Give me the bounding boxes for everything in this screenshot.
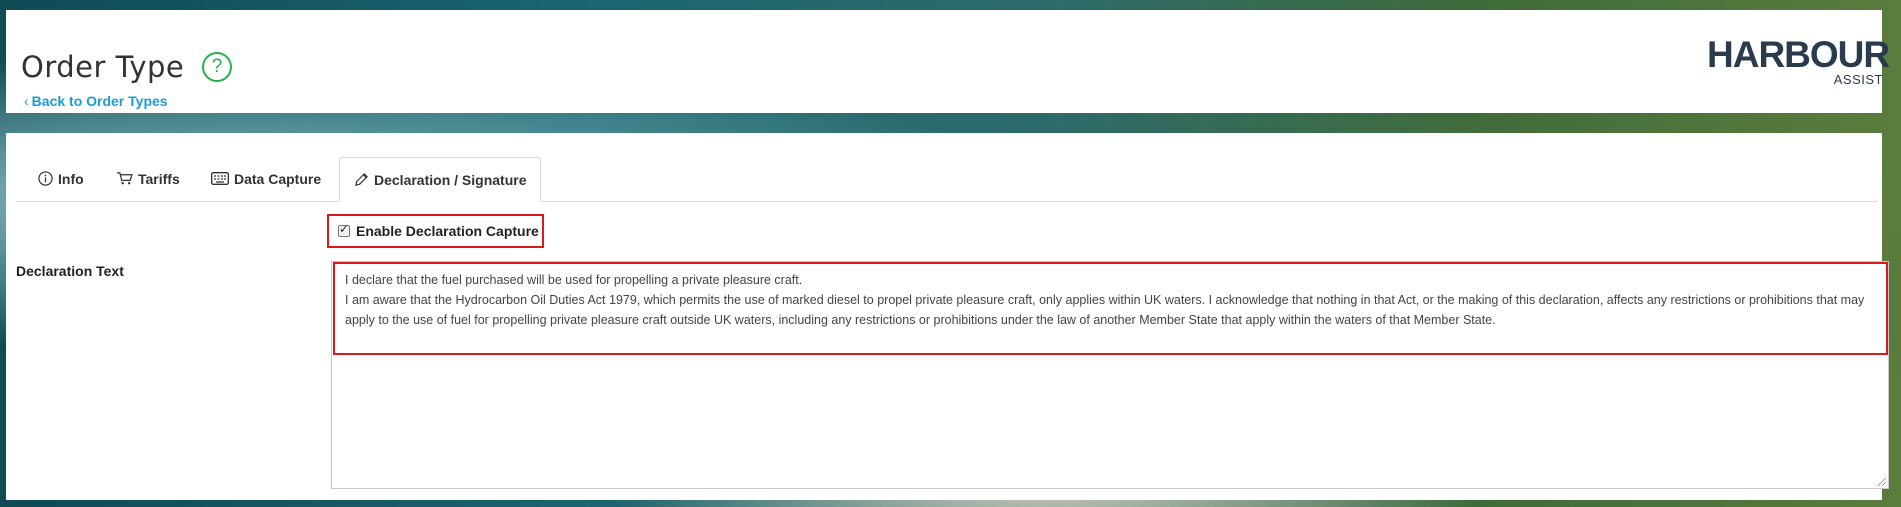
keyboard-icon xyxy=(211,172,229,185)
pen-icon xyxy=(355,173,368,186)
tab-bar: Info Tariffs Data Capture Declaration / … xyxy=(16,157,1878,202)
header-panel: Order Type ? ‹ Back to Order Types HARBOU… xyxy=(6,10,1890,113)
logo-sub: ASSIST xyxy=(1833,72,1883,87)
enable-declaration-capture-highlight: Enable Declaration Capture xyxy=(327,214,544,248)
tab-data-capture[interactable]: Data Capture xyxy=(197,157,335,200)
declaration-text-highlight: I declare that the fuel purchased will b… xyxy=(333,262,1888,355)
page-title: Order Type xyxy=(21,50,185,84)
tab-tariffs[interactable]: Tariffs xyxy=(102,157,194,200)
info-icon xyxy=(38,171,53,186)
tab-declaration-signature-label: Declaration / Signature xyxy=(374,171,527,188)
chevron-left-icon: ‹ xyxy=(24,93,29,109)
harbour-assist-logo: HARBOUR ASSIST xyxy=(1707,34,1890,90)
declaration-line-1: I declare that the fuel purchased will b… xyxy=(345,273,803,287)
enable-declaration-label[interactable]: Enable Declaration Capture xyxy=(356,223,539,239)
tab-data-capture-label: Data Capture xyxy=(234,170,322,187)
tab-info-label: Info xyxy=(58,170,84,187)
tab-declaration-signature[interactable]: Declaration / Signature xyxy=(339,157,542,202)
declaration-line-2: I am aware that the Hydrocarbon Oil Duti… xyxy=(345,293,1865,327)
cart-icon xyxy=(117,172,133,185)
question-circle-icon[interactable]: ? xyxy=(202,52,232,82)
enable-declaration-checkbox[interactable] xyxy=(338,222,350,237)
tab-tariffs-label: Tariffs xyxy=(138,170,180,187)
tab-info[interactable]: Info xyxy=(24,157,98,200)
back-to-order-types-link[interactable]: ‹ Back to Order Types xyxy=(24,93,168,109)
back-link-label: Back to Order Types xyxy=(31,93,168,109)
resize-grip-icon[interactable] xyxy=(1878,478,1886,486)
logo-word: HARBOUR xyxy=(1707,34,1890,75)
declaration-text-label: Declaration Text xyxy=(16,263,124,279)
